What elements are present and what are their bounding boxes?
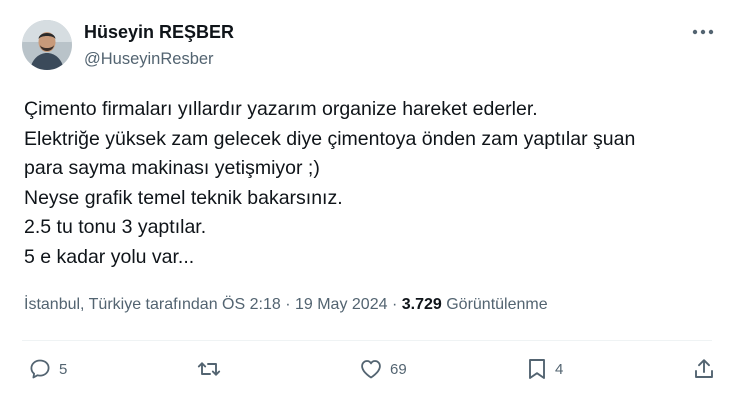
action-bar: 5 69 4 <box>0 354 730 384</box>
location-text: İstanbul, Türkiye tarafından <box>24 296 218 313</box>
like-button[interactable]: 69 <box>359 354 407 384</box>
more-icon <box>692 29 714 35</box>
reply-count: 5 <box>59 360 68 378</box>
views-label[interactable]: Görüntülenme <box>446 296 547 313</box>
tweet-card: Hüseyin REŞBER @HuseyinResber Çimento fi… <box>0 0 730 420</box>
tweet-line: Neyse grafik temel teknik bakarsınız. <box>24 186 343 209</box>
tweet-meta: İstanbul, Türkiye tarafından ÖS 2:18 · 1… <box>24 296 548 314</box>
avatar[interactable] <box>22 20 72 70</box>
more-options-button[interactable] <box>690 22 716 42</box>
retweet-icon <box>197 362 221 376</box>
share-icon <box>695 359 713 378</box>
tweet-text: Çimento firmaları yıllardır yazarım orga… <box>24 95 714 272</box>
views-count[interactable]: 3.729 <box>402 296 442 313</box>
meta-separator: · <box>285 296 291 313</box>
date-link[interactable]: 19 May 2024 <box>295 296 388 313</box>
retweet-button[interactable] <box>196 354 222 384</box>
tweet-line: Elektriğe yüksek zam gelecek diye çiment… <box>24 127 636 150</box>
meta-separator: · <box>391 296 398 313</box>
tweet-line: 2.5 tu tonu 3 yaptılar. <box>24 216 207 238</box>
author-display-name[interactable]: Hüseyin REŞBER <box>84 22 234 43</box>
tweet-line: para sayma makinası yetişmiyor ;) <box>24 157 320 179</box>
reply-button[interactable]: 5 <box>28 354 67 384</box>
bookmark-button[interactable]: 4 <box>526 354 563 384</box>
like-count: 69 <box>390 360 407 378</box>
divider <box>22 340 712 341</box>
bookmark-icon <box>529 359 545 379</box>
tweet-line: Çimento firmaları yıllardır yazarım orga… <box>24 98 538 120</box>
like-icon <box>361 360 381 379</box>
time-link[interactable]: ÖS 2:18 <box>222 296 281 313</box>
bookmark-count: 4 <box>555 360 564 378</box>
author-handle[interactable]: @HuseyinResber <box>84 50 214 69</box>
reply-icon <box>30 359 50 379</box>
tweet-line: 5 e kadar yolu var... <box>24 245 195 268</box>
share-button[interactable] <box>692 354 716 384</box>
